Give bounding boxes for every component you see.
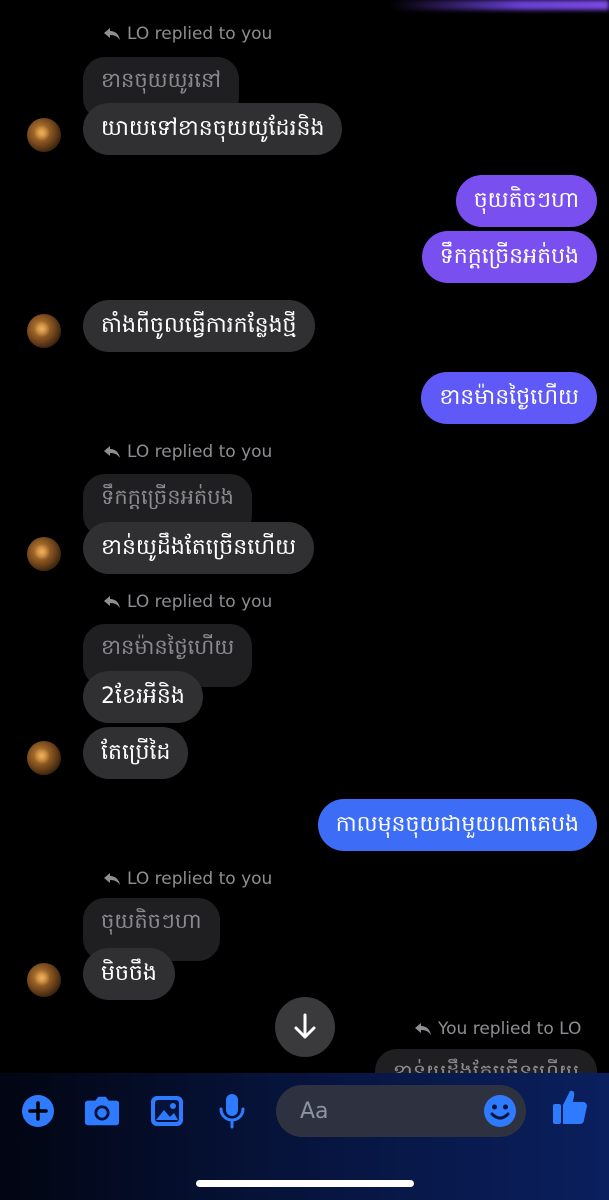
reply-indicator-text: You replied to LO [438,1019,582,1039]
message-bubble-incoming[interactable]: 2ខែរអីនិង [83,671,203,723]
avatar[interactable] [27,741,61,775]
message-bubble-outgoing[interactable]: កាលមុនចុយជាមួយណាគេបង [317,799,597,851]
reply-indicator: You replied to LO [414,1019,581,1039]
thumbs-up-button[interactable] [552,1089,588,1125]
reply-arrow-icon [104,446,120,458]
emoji-button[interactable] [482,1093,518,1129]
thumbs-up-icon [553,1090,587,1124]
home-indicator [196,1180,414,1187]
reply-indicator-text: LO replied to you [127,442,273,462]
gallery-button[interactable] [149,1093,185,1129]
microphone-icon [219,1094,245,1129]
reply-indicator: LO replied to you [103,592,272,612]
avatar[interactable] [27,963,61,997]
top-glow [390,0,609,10]
message-bubble-incoming[interactable]: តែប្រើដៃ [83,727,189,779]
camera-button[interactable] [84,1093,120,1129]
avatar[interactable] [27,314,61,348]
microphone-button[interactable] [214,1093,250,1129]
plus-button[interactable] [20,1093,56,1129]
reply-indicator-text: LO replied to you [127,869,273,889]
reply-indicator-text: LO replied to you [127,24,273,44]
reply-arrow-icon [415,1023,431,1035]
avatar[interactable] [27,118,61,152]
arrow-down-icon [294,1013,316,1039]
message-bubble-incoming[interactable]: យាយទៅខានចុយយូដែរនិង [83,103,343,155]
reply-indicator: LO replied to you [103,869,272,889]
emoji-icon [484,1095,516,1127]
plus-icon [22,1095,54,1127]
reply-arrow-icon [104,596,120,608]
message-bubble-incoming[interactable]: មិចចឹង [83,948,175,1000]
message-bubble-outgoing[interactable]: ទឹកក្ដច្រើនអត់បង [421,231,597,283]
reply-indicator: LO replied to you [103,24,272,44]
reply-indicator: LO replied to you [103,442,272,462]
message-bubble-incoming[interactable]: តាំងពីចូលធ្វើការកន្លែងថ្មី [83,300,315,352]
message-bubble-incoming[interactable]: ខាន់យូដឹងតែច្រើនហើយ [83,522,315,574]
camera-icon [84,1096,120,1126]
reply-indicator-text: LO replied to you [127,592,273,612]
scroll-to-bottom-button[interactable] [275,997,335,1057]
avatar[interactable] [27,537,61,571]
reply-arrow-icon [104,28,120,40]
message-bubble-outgoing[interactable]: ចុយតិចៗហា [455,175,597,227]
reply-arrow-icon [104,873,120,885]
message-bubble-outgoing[interactable]: ខានម៉ានថ្ងៃហើយ [421,372,597,424]
gallery-icon [151,1096,183,1126]
